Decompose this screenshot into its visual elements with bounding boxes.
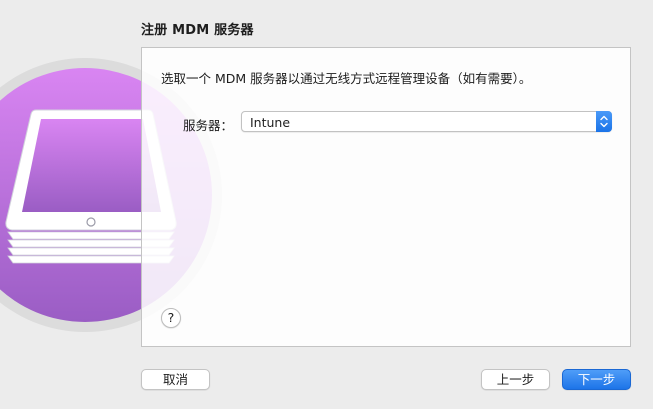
content-panel: 选取一个 MDM 服务器以通过无线方式远程管理设备（如有需要）。 服务器： In… [141, 47, 631, 347]
chevron-up-down-icon [596, 111, 612, 132]
server-select[interactable]: Intune [241, 111, 612, 132]
back-button[interactable]: 上一步 [481, 369, 550, 390]
dialog-title: 注册 MDM 服务器 [141, 23, 254, 38]
server-select-value: Intune [250, 115, 291, 130]
instruction-text: 选取一个 MDM 服务器以通过无线方式远程管理设备（如有需要）。 [161, 71, 532, 86]
help-button[interactable]: ? [161, 308, 181, 328]
cancel-button[interactable]: 取消 [141, 369, 210, 390]
next-button[interactable]: 下一步 [562, 369, 631, 390]
server-label: 服务器： [183, 118, 234, 133]
